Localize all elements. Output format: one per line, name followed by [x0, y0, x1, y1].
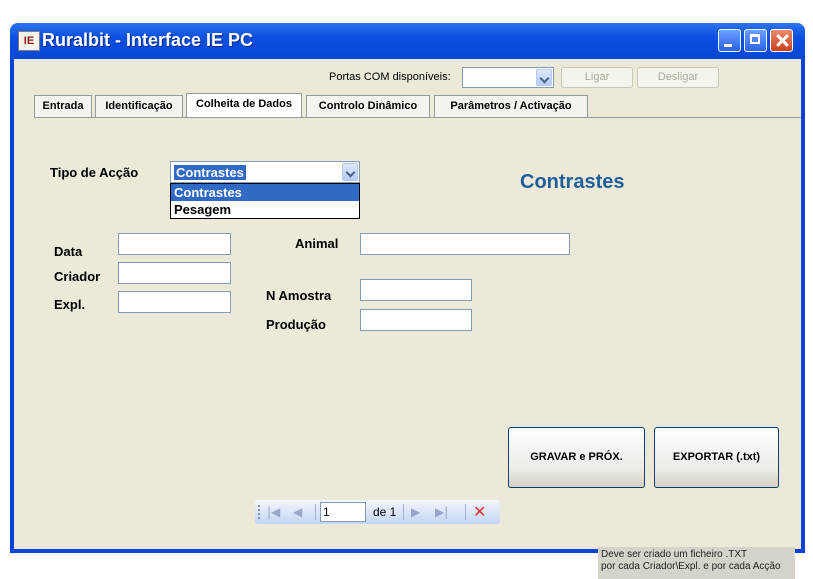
sample-field[interactable]	[360, 279, 472, 301]
tab-panel-border	[34, 117, 801, 118]
previous-record-icon[interactable]: ◀	[293, 505, 302, 519]
date-field[interactable]	[118, 233, 231, 255]
action-type-select[interactable]: Contrastes	[170, 161, 360, 183]
tab-colheita-de-dados[interactable]: Colheita de Dados	[186, 93, 302, 118]
section-heading: Contrastes	[520, 171, 625, 193]
animal-field[interactable]	[360, 233, 570, 255]
tab-parametros-activacao[interactable]: Parâmetros / Activação	[434, 95, 588, 117]
chevron-down-icon[interactable]	[536, 69, 552, 86]
delete-icon[interactable]: ✕	[473, 502, 486, 521]
grip-icon[interactable]	[258, 505, 262, 519]
animal-label: Animal	[295, 236, 339, 251]
breeder-field[interactable]	[118, 262, 231, 284]
action-type-value: Contrastes	[174, 165, 246, 180]
separator	[465, 504, 466, 520]
close-icon[interactable]	[770, 29, 793, 52]
tab-entrada[interactable]: Entrada	[34, 95, 92, 117]
app-window: IE Ruralbit - Interface IE PC Portas COM…	[10, 23, 805, 579]
minimize-icon[interactable]	[718, 29, 741, 52]
separator	[403, 504, 404, 520]
tab-identificacao[interactable]: Identificação	[95, 95, 183, 117]
client-area: Portas COM disponíveis: Ligar Desligar E…	[14, 59, 801, 579]
action-type-dropdown: Contrastes Pesagem	[170, 183, 360, 219]
note-line-1: Deve ser criado um ficheiro .TXT	[601, 549, 748, 560]
expl-label: Expl.	[54, 297, 86, 312]
production-field[interactable]	[360, 309, 472, 331]
production-label: Produção	[266, 317, 326, 332]
export-button[interactable]: EXPORTAR (.txt)	[654, 427, 779, 488]
next-record-icon[interactable]: ▶	[411, 505, 420, 519]
expl-field[interactable]	[118, 291, 231, 313]
dropdown-option-pesagem[interactable]: Pesagem	[171, 201, 359, 218]
title-bar[interactable]: IE Ruralbit - Interface IE PC	[10, 23, 805, 59]
date-label: Data	[54, 244, 83, 259]
breeder-label: Criador	[54, 269, 101, 284]
last-record-icon[interactable]: ▶|	[435, 505, 448, 519]
window-title: Ruralbit - Interface IE PC	[42, 30, 254, 50]
record-position-input[interactable]: 1	[320, 502, 366, 522]
sample-label: N Amostra	[266, 288, 332, 303]
port-select[interactable]	[462, 67, 554, 88]
connect-button[interactable]: Ligar	[561, 67, 633, 88]
tab-controlo-dinamico[interactable]: Controlo Dinâmico	[306, 95, 430, 117]
disconnect-button[interactable]: Desligar	[637, 67, 719, 88]
maximize-icon[interactable]	[744, 29, 767, 52]
first-record-icon[interactable]: |◀	[267, 505, 280, 519]
ports-label: Portas COM disponíveis:	[329, 71, 451, 83]
record-count: de 1	[373, 505, 397, 519]
dropdown-option-contrastes[interactable]: Contrastes	[171, 184, 359, 201]
save-next-button[interactable]: GRAVAR e PRÓX.	[508, 427, 645, 488]
export-note: Deve ser criado um ficheiro .TXT por cad…	[598, 547, 795, 579]
note-line-2: por cada Criador\Expl. e por cada Acção	[601, 561, 781, 572]
action-type-label: Tipo de Acção	[50, 165, 139, 180]
separator	[315, 504, 316, 520]
app-icon: IE	[18, 31, 40, 51]
chevron-down-icon[interactable]	[342, 163, 358, 181]
record-navigator: |◀ ◀ 1 de 1 ▶ ▶| ✕	[255, 500, 500, 524]
